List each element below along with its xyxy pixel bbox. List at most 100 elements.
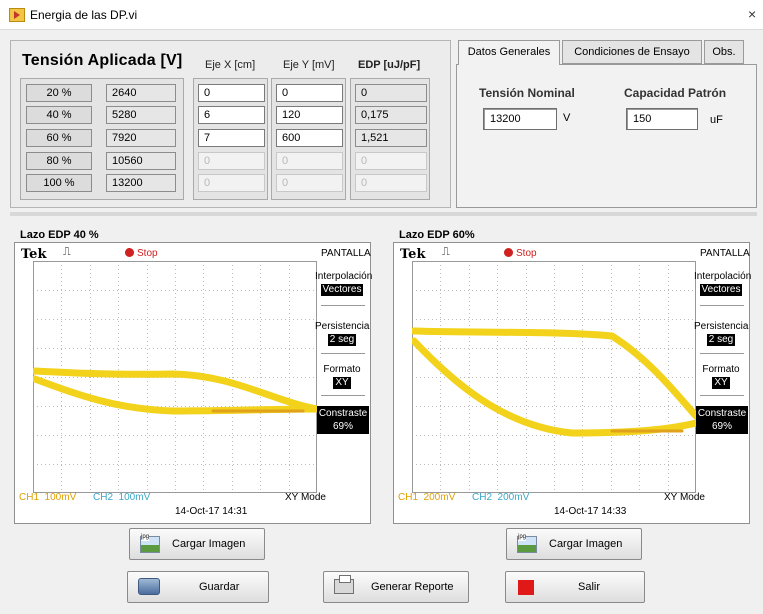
channel2-scale: CH2 200mV [472, 492, 530, 503]
format-label: Formato [323, 364, 361, 375]
format-value-cell: XY [315, 377, 369, 389]
generate-report-button[interactable]: Generar Reporte [323, 571, 469, 603]
persistence-value: 2 seg [327, 334, 357, 346]
interpolation-label: Interpolación [315, 271, 373, 282]
y-value-input[interactable]: 0 [276, 152, 343, 170]
format-value: XY [333, 377, 351, 389]
voltage-value: 2640 [106, 84, 176, 102]
acquisition-status-text: Stop [516, 248, 537, 259]
stop-indicator-icon [125, 248, 134, 257]
scope-title: Lazo EDP 60% [399, 229, 475, 241]
exit-button-label: Salir [578, 581, 601, 593]
jpg-tag: jpg [518, 534, 527, 541]
save-button-label: Guardar [199, 581, 240, 593]
nominal-voltage-label: Tensión Nominal [479, 86, 575, 100]
percent-label: 20 % [26, 84, 92, 102]
window-title: Energia de las DP.vi [30, 8, 138, 22]
channel1-scale: CH1 200mV [398, 492, 456, 503]
jpg-tag: jpg [141, 534, 150, 541]
menu-separator [321, 353, 365, 354]
trigger-pulse-icon: ⎍ [442, 246, 450, 258]
interpolation-value-cell: Vectores [315, 284, 369, 296]
x-value-input[interactable]: 0 [198, 152, 265, 170]
scope-brand: Tek [21, 247, 47, 262]
menu-separator [700, 353, 744, 354]
exit-button[interactable]: Salir [505, 571, 645, 603]
load-image-button[interactable]: jpg Cargar Imagen [129, 528, 265, 560]
voltage-value: 13200 [106, 174, 176, 192]
scope-brand: Tek [400, 247, 426, 262]
y-value-input[interactable]: 600 [276, 129, 343, 147]
printer-icon [334, 575, 354, 594]
interpolation-value: Vectores [699, 284, 743, 296]
display-mode: XY Mode [285, 492, 326, 503]
save-button[interactable]: Guardar [127, 571, 269, 603]
oscilloscope-capture: Tek ⎍ Stop PANTALLA Interpolación Vectores Per… [393, 242, 752, 524]
y-axis-column-header: Eje Y [mV] [283, 59, 335, 71]
interpolation-value: Vectores [320, 284, 364, 296]
load-image-label: Cargar Imagen [549, 538, 623, 550]
tab-obs[interactable]: Obs. [704, 40, 744, 64]
hysteresis-trace [412, 337, 696, 437]
voltage-value: 5280 [106, 106, 176, 124]
menu-separator [321, 395, 365, 396]
display-mode: XY Mode [664, 492, 705, 503]
x-value-input[interactable]: 6 [198, 106, 265, 124]
close-icon[interactable]: × [748, 6, 756, 22]
voltage-table-title: Tensión Aplicada [V] [22, 52, 183, 69]
oscilloscope-capture: Tek ⎍ Stop PANTALLA Interpolación Vectores Per… [14, 242, 373, 524]
menu-separator [700, 395, 744, 396]
contrast-label: Constraste [318, 408, 368, 419]
scope-graticule [412, 261, 696, 493]
menu-title: PANTALLA [700, 248, 750, 259]
voltage-value: 10560 [106, 152, 176, 170]
acquisition-status: Stop [125, 248, 158, 259]
stop-indicator-icon [504, 248, 513, 257]
capture-datetime: 14-Oct-17 14:33 [554, 506, 627, 517]
x-value-input[interactable]: 0 [198, 84, 265, 102]
format-value-cell: XY [694, 377, 748, 389]
section-divider [10, 212, 757, 216]
edp-column-header: EDP [uJ/pF] [358, 59, 421, 71]
load-image-button[interactable]: jpg Cargar Imagen [506, 528, 642, 560]
x-value-input[interactable]: 7 [198, 129, 265, 147]
edp-value: 0 [355, 174, 427, 192]
trigger-pulse-icon: ⎍ [63, 246, 71, 258]
persistence-label: Persistencia [694, 321, 749, 332]
standard-capacitance-field[interactable]: 150 [626, 108, 698, 130]
persistence-value-cell: 2 seg [315, 334, 369, 346]
floppy-disk-icon [138, 578, 160, 595]
format-label: Formato [702, 364, 740, 375]
persistence-value: 2 seg [706, 334, 736, 346]
percent-label: 40 % [26, 106, 92, 124]
percent-label: 100 % [26, 174, 92, 192]
edp-value: 1,521 [355, 129, 427, 147]
labview-vi-icon [9, 8, 25, 22]
percent-label: 60 % [26, 129, 92, 147]
capture-datetime: 14-Oct-17 14:31 [175, 506, 248, 517]
menu-title: PANTALLA [321, 248, 371, 259]
y-value-input[interactable]: 0 [276, 174, 343, 192]
menu-separator [700, 305, 744, 306]
standard-capacitance-label: Capacidad Patrón [624, 86, 727, 100]
y-value-input[interactable]: 0 [276, 84, 343, 102]
interpolation-value-cell: Vectores [694, 284, 748, 296]
menu-separator [321, 305, 365, 306]
x-value-input[interactable]: 0 [198, 174, 265, 192]
voltage-value: 7920 [106, 129, 176, 147]
edp-value: 0 [355, 152, 427, 170]
standard-capacitance-unit: uF [710, 114, 723, 126]
edp-value: 0 [355, 84, 427, 102]
interpolation-label: Interpolación [694, 271, 752, 282]
edp-value: 0,175 [355, 106, 427, 124]
contrast-block: Constraste 69% [317, 406, 369, 434]
y-value-input[interactable]: 120 [276, 106, 343, 124]
acquisition-status-text: Stop [137, 248, 158, 259]
generate-report-label: Generar Reporte [371, 581, 454, 593]
load-image-label: Cargar Imagen [172, 538, 246, 550]
tab-condiciones-de-ensayo[interactable]: Condiciones de Ensayo [562, 40, 702, 64]
contrast-value: 69% [332, 421, 353, 432]
nominal-voltage-field[interactable]: 13200 [483, 108, 557, 130]
tab-datos-generales[interactable]: Datos Generales [458, 40, 560, 65]
x-axis-column-header: Eje X [cm] [205, 59, 256, 71]
